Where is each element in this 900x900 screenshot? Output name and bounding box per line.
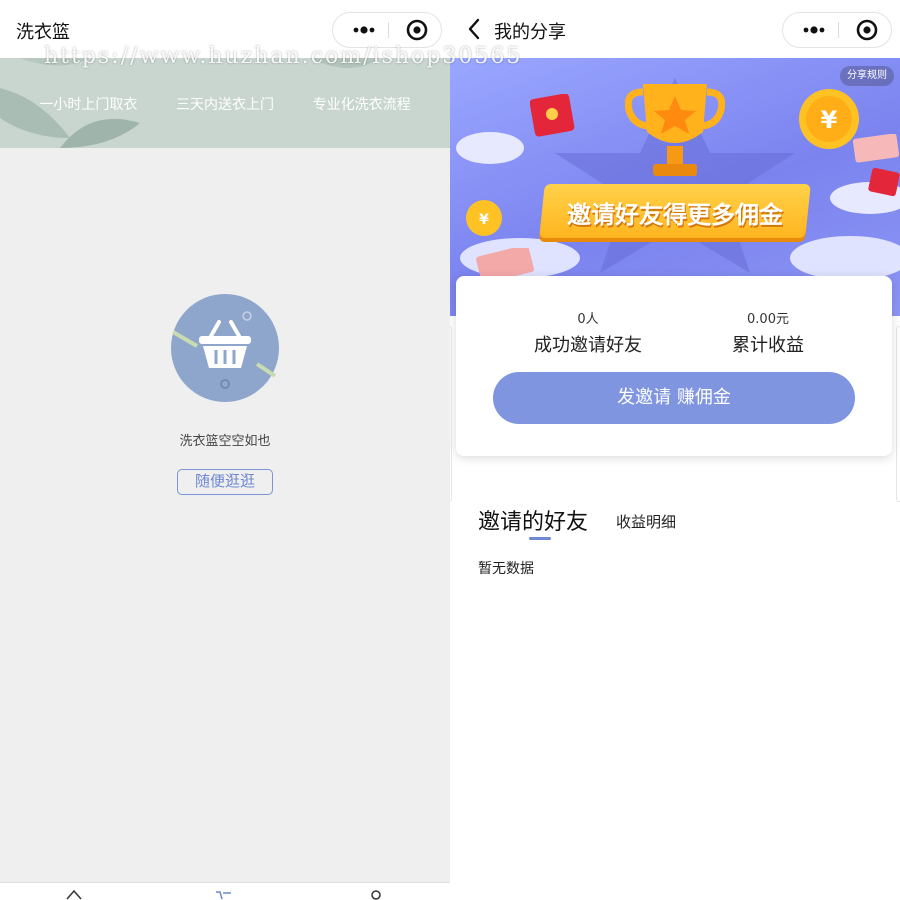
invited-friends-stat: 0人 成功邀请好友 <box>508 308 668 357</box>
more-icon[interactable] <box>341 13 387 47</box>
trophy-icon <box>625 84 725 176</box>
service-banner: 一小时上门取衣 三天内送衣上门 专业化洗衣流程 <box>0 58 450 148</box>
total-earnings-value: 0.00元 <box>747 312 789 327</box>
banner-tag-process: 专业化洗衣流程 <box>312 97 411 113</box>
card-edge-left <box>450 326 452 502</box>
bottom-tab-bar <box>0 882 450 900</box>
mini-program-capsule <box>332 12 442 48</box>
card-edge-right <box>896 326 900 502</box>
laundry-basket-screen: 洗衣篮 一小时上门取衣 三天内送衣上门 专业化洗衣流程 洗衣篮空空如也 随便逛逛 <box>0 0 450 900</box>
banner-tag-pickup: 一小时上门取衣 <box>39 97 138 113</box>
invited-friends-count: 0人 <box>577 312 599 327</box>
close-circle-icon[interactable] <box>845 13 889 47</box>
mini-program-capsule <box>782 12 892 48</box>
send-invite-button[interactable]: 发邀请 赚佣金 <box>493 372 855 424</box>
empty-basket-text: 洗衣篮空空如也 <box>179 434 271 449</box>
red-envelope-icon <box>868 168 900 197</box>
tab-income-details[interactable]: 收益明细 <box>616 511 676 532</box>
total-earnings-stat: 0.00元 累计收益 <box>688 308 848 357</box>
red-envelope-icon <box>530 94 575 137</box>
empty-list-text: 暂无数据 <box>478 561 534 577</box>
total-earnings-label: 累计收益 <box>732 335 804 356</box>
invited-friends-label: 成功邀请好友 <box>534 335 642 356</box>
more-icon[interactable] <box>791 13 837 47</box>
close-circle-icon[interactable] <box>395 13 439 47</box>
home-icon[interactable] <box>64 889 84 900</box>
active-tab-indicator <box>529 537 551 540</box>
cart-icon[interactable] <box>214 889 234 900</box>
user-icon[interactable] <box>366 889 386 900</box>
watermark-text: https://www.huzhan.com/ishop30565 <box>44 44 523 69</box>
share-rules-button[interactable]: 分享规则 <box>840 66 894 86</box>
svg-text:¥: ¥ <box>479 212 489 228</box>
capsule-divider <box>838 22 839 38</box>
back-arrow-icon[interactable] <box>462 16 486 42</box>
banner-tag-delivery: 三天内送衣上门 <box>175 97 274 113</box>
page-title: 洗衣篮 <box>16 22 70 43</box>
tab-invited-friends[interactable]: 邀请的好友 <box>478 504 588 536</box>
banner-slogan: 邀请好友得更多佣金 <box>567 201 783 229</box>
my-share-screen: 我的分享 ¥ ¥ 邀请好友得更多佣金 分享规则 0人 成功邀请好友 0.00元 … <box>450 0 900 900</box>
basket-icon <box>171 311 277 389</box>
share-stats-card: 0人 成功邀请好友 0.00元 累计收益 发邀请 赚佣金 <box>456 276 892 456</box>
capsule-divider <box>388 22 389 38</box>
page-title: 我的分享 <box>494 22 566 43</box>
empty-basket-illustration <box>171 294 279 402</box>
banknote-icon <box>852 134 900 163</box>
coin-icon: ¥ <box>466 200 502 236</box>
svg-text:¥: ¥ <box>821 106 838 134</box>
browse-button[interactable]: 随便逛逛 <box>177 469 273 495</box>
